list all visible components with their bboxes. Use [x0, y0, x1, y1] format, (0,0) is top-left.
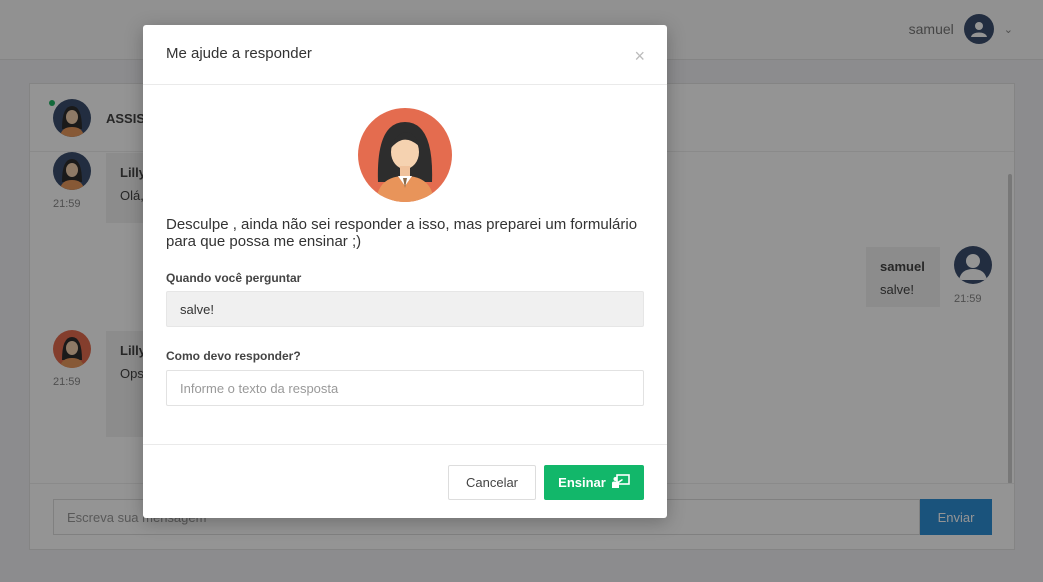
question-field[interactable] — [166, 291, 644, 327]
teach-modal: Me ajude a responder × Desculpe , ainda … — [143, 25, 667, 518]
teach-button[interactable]: Ensinar — [544, 465, 644, 500]
teach-button-label: Ensinar — [558, 475, 606, 490]
modal-title: Me ajude a responder — [166, 45, 312, 62]
modal-footer: Cancelar Ensinar — [143, 444, 667, 518]
answer-label: Como devo responder? — [166, 349, 301, 363]
cancel-button[interactable]: Cancelar — [448, 465, 536, 500]
answer-field[interactable] — [166, 370, 644, 406]
question-label: Quando você perguntar — [166, 271, 302, 285]
modal-header: Me ajude a responder × — [143, 25, 667, 85]
intro-text: Desculpe , ainda não sei responder a iss… — [166, 216, 638, 250]
teach-board-icon — [611, 474, 630, 491]
close-icon[interactable]: × — [634, 47, 645, 65]
bot-avatar — [358, 108, 452, 202]
